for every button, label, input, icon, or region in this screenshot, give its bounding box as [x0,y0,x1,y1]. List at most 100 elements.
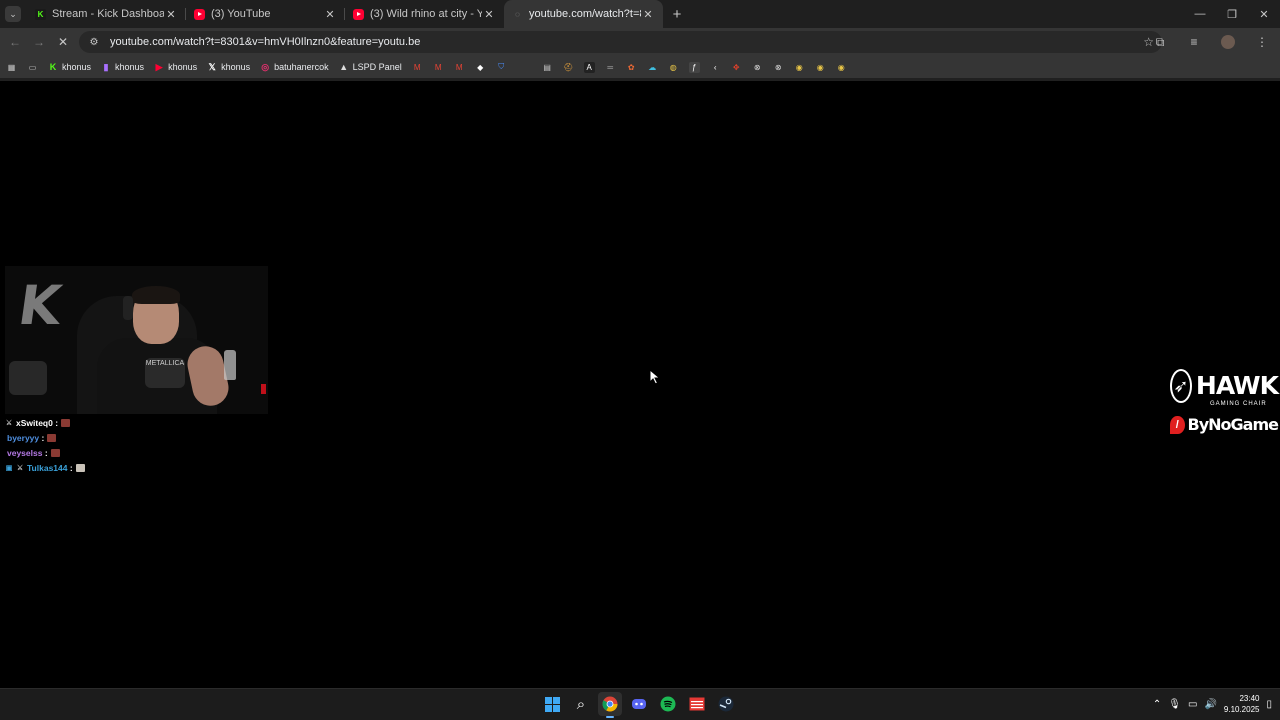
gmail-icon[interactable]: M [412,62,423,73]
puzzle-icon[interactable]: ✥ [731,62,742,73]
menu-kebab-icon[interactable]: ⋮ [1250,30,1274,54]
webcam-red-light [261,384,266,394]
coin-icon[interactable]: ◍ [668,62,679,73]
diamond-icon[interactable]: ◆ [475,62,486,73]
streamer-logo-k: K [14,274,66,337]
profile-avatar[interactable] [1216,30,1240,54]
steam-app[interactable] [714,692,738,716]
tab-youtube-watch[interactable]: ◌ youtube.com/watch?t=8301&v ✕ [504,0,663,28]
spotify-app[interactable] [656,692,680,716]
windows-logo-icon [544,696,560,712]
address-bar[interactable]: ⚙ youtube.com/watch?t=8301&v=hmVH0Ilnzn0… [79,31,1162,53]
youtube-icon [353,8,364,20]
badge-icon: ⚔ [5,419,13,427]
a-logo-icon[interactable]: A [583,61,595,73]
gmail-icon[interactable]: M [433,62,444,73]
gmail-icon[interactable]: M [454,62,465,73]
bookmark-label: khonus [62,62,92,72]
discord-app[interactable] [627,692,651,716]
bynogame-sponsor: / ByNoGame [1170,415,1279,434]
chevron-up-icon[interactable]: ⌃ [1153,699,1161,710]
system-tray: ⌃ 🎙 ▭ 🔊 23:40 9.10.2025 ▯ [1153,693,1272,715]
chat-message: byeryyy : [5,430,85,445]
chat-message: ▣ ⚔ Tulkas144 : [5,460,85,475]
restore-icon[interactable]: ❐ [1216,0,1248,28]
chevron-down-icon: ⌄ [9,8,17,19]
bynogame-logo-icon: / [1170,415,1185,434]
tab-title: (3) Wild rhino at city - YouTube [370,8,482,20]
app-red-window[interactable] [685,692,709,716]
hawk-name: HAWK [1195,371,1279,400]
microphone-icon[interactable]: 🎙 [1168,699,1181,710]
bookmark-x[interactable]: 𝕏 khonus [207,62,250,73]
bookmark-youtube[interactable]: ▶ khonus [154,62,198,73]
blank-icon[interactable] [517,62,528,73]
browser-toolbar: ← → ✕ ⚙ youtube.com/watch?t=8301&v=hmVH0… [0,28,1280,56]
hat-icon[interactable]: ⛑ [563,62,574,73]
loading-globe-icon: ◌ [515,9,520,19]
chrome-app[interactable] [598,692,622,718]
bookmark-instagram[interactable]: ◎ batuhanercok [260,62,329,73]
volume-icon[interactable]: 🔊 [1204,699,1216,710]
notification-icon[interactable]: ▯ [1266,699,1272,710]
start-button[interactable] [540,692,564,716]
emote-icon [50,448,60,457]
webcam-object [9,361,47,395]
page-content[interactable]: K METALLICA ⚔ xSwiteq0 : byeryyy : veyse… [0,81,1280,688]
cloud-icon[interactable]: ☁ [647,62,658,73]
f-icon[interactable]: ƒ [688,61,700,73]
fox-icon[interactable]: ✿ [626,62,637,73]
network-icon[interactable]: ▭ [1188,699,1197,710]
apps-grid-icon[interactable]: ▦ [6,62,17,73]
tab-youtube[interactable]: (3) YouTube ✕ [186,0,345,28]
new-tab-button[interactable]: + [665,6,689,23]
bottle-icon [224,350,236,380]
search-icon[interactable]: ⌕ [569,692,593,716]
kick-icon: K [49,62,57,72]
site-info-icon[interactable]: ⚙ [87,37,101,48]
minimize-icon[interactable]: — [1184,0,1216,28]
stop-loading-icon[interactable]: ✕ [51,30,75,54]
bookmark-label: batuhanercok [274,62,329,72]
close-icon[interactable]: ✕ [482,8,496,21]
media-controls-icon[interactable]: ≡ [1182,30,1206,54]
tab-search-button[interactable]: ⌄ [5,6,21,22]
forward-arrow-icon[interactable]: → [27,30,51,54]
bookmark-label: khonus [115,62,145,72]
shield-icon[interactable]: ⛉ [496,62,507,73]
chat-username: byeryyy [7,432,40,443]
avatar [1221,35,1235,49]
bookmark-lspd[interactable]: ▲ LSPD Panel [339,62,402,72]
tab-title: (3) YouTube [211,8,271,20]
url-text[interactable]: youtube.com/watch?t=8301&v=hmVH0Ilnzn0&f… [110,36,420,48]
chrome-icon [602,696,618,712]
tab-kick-dashboard[interactable]: K Stream - Kick Dashboard ✕ [27,0,186,28]
sheet-icon[interactable]: ▤ [542,62,553,73]
close-window-icon[interactable]: ✕ [1248,0,1280,28]
close-icon[interactable]: ✕ [323,8,337,21]
folder-icon[interactable]: ▭ [27,62,38,73]
spotify-icon [660,696,676,712]
chat-username: xSwiteq0 [16,417,53,428]
close-icon[interactable]: ✕ [641,8,655,21]
crosshair-icon[interactable]: ⊗ [752,62,763,73]
dash-icon[interactable]: ═ [605,62,616,73]
arrow-left-icon[interactable]: ‹ [710,62,721,73]
back-arrow-icon[interactable]: ← [3,30,27,54]
target-icon[interactable]: ◉ [815,62,826,73]
toolbar-actions: ⧉ ≡ ⋮ [1148,30,1274,54]
emote-icon [47,433,57,442]
target-icon[interactable]: ◉ [794,62,805,73]
target-icon[interactable]: ◉ [836,62,847,73]
chat-message: ⚔ xSwiteq0 : [5,415,85,430]
sponsor-overlay: ➶ HAWK GAMING CHAIR / ByNoGame [1170,369,1279,434]
clock[interactable]: 23:40 9.10.2025 [1224,693,1260,715]
tab-strip: ⌄ K Stream - Kick Dashboard ✕ (3) YouTub… [0,0,1280,28]
emote-icon [61,418,71,427]
bookmark-twitch[interactable]: ▮ khonus [101,62,145,73]
extensions-icon[interactable]: ⧉ [1148,30,1172,54]
close-icon[interactable]: ✕ [164,8,178,21]
tab-wild-rhino[interactable]: (3) Wild rhino at city - YouTube ✕ [345,0,504,28]
bookmark-kick[interactable]: K khonus [48,62,91,72]
crosshair-icon[interactable]: ⊗ [773,62,784,73]
